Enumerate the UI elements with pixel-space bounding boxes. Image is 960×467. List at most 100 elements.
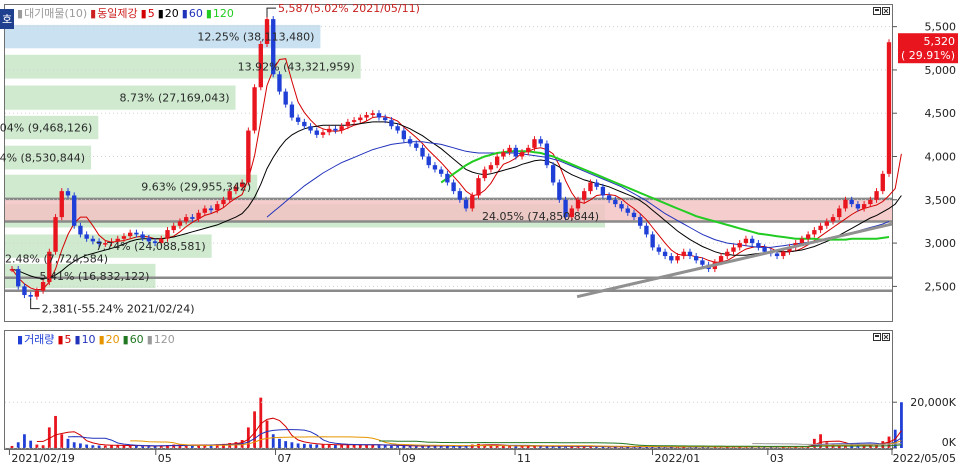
legend-label[interactable]: 20 — [165, 7, 179, 20]
candle-body — [78, 225, 83, 235]
x-tick-label: 11 — [517, 452, 531, 465]
price-panel-close-icon[interactable] — [882, 7, 890, 15]
candle-body — [781, 251, 786, 257]
volume-moving-averages — [36, 417, 902, 448]
legend-marker: ▮ — [141, 7, 147, 20]
volume-bar — [390, 445, 393, 448]
legend-label[interactable]: 10 — [82, 333, 96, 346]
legend-label[interactable]: 60 — [189, 7, 203, 20]
candle-body — [837, 208, 842, 218]
candle-body — [737, 243, 742, 248]
candle-body — [656, 247, 662, 252]
y-tick-label: 5,500 — [925, 21, 957, 34]
candle-body — [582, 191, 587, 200]
volume-bar — [41, 445, 45, 448]
y-tick-label: 5,000 — [925, 64, 957, 77]
candle-body — [874, 191, 879, 200]
candle-body — [364, 114, 369, 118]
candle-body — [90, 238, 96, 242]
candle-body — [165, 230, 170, 239]
candle-body — [420, 147, 425, 157]
candle-body — [177, 221, 183, 226]
price-panel-maximize-icon[interactable] — [873, 7, 881, 15]
candle-body — [283, 91, 288, 105]
legend-label[interactable]: 120 — [154, 333, 175, 346]
candle-body — [575, 199, 581, 209]
candle-body — [631, 212, 637, 218]
candle-body — [121, 236, 127, 239]
candle-body — [314, 130, 319, 135]
candle-body — [718, 256, 724, 263]
candle-body — [289, 104, 295, 118]
candle-body — [351, 120, 357, 122]
y-tick-label: 4,500 — [925, 107, 957, 120]
candle-body — [731, 247, 736, 252]
volume-ma-20 — [130, 436, 902, 448]
x-tick-label: 2021/02/19 — [11, 452, 74, 465]
volume-bar — [72, 442, 76, 448]
candle-body — [855, 204, 861, 209]
legend-label[interactable]: 60 — [130, 333, 144, 346]
candle-body — [202, 208, 207, 213]
profile-label: 12.25% (38,113,480) — [197, 31, 314, 44]
corner-label: 호 — [2, 13, 12, 26]
volume-bar — [16, 442, 20, 448]
profile-label: 7.74% (24,088,581) — [96, 240, 206, 253]
candle-body — [196, 212, 201, 219]
candle-body — [501, 152, 506, 157]
legend-marker: ▮ — [90, 7, 96, 20]
volume-bar — [79, 443, 82, 448]
profile-label: 9.63% (29,955,342) — [141, 180, 251, 193]
candle-body — [277, 74, 282, 92]
candle-body — [681, 251, 686, 257]
candle-body — [320, 132, 326, 135]
candle-body — [588, 182, 593, 192]
legend-label[interactable]: 동일제강 — [97, 6, 137, 20]
candle-body — [470, 195, 475, 209]
volume-bar — [302, 443, 306, 448]
candle-body — [370, 113, 375, 115]
candle-body — [513, 147, 518, 157]
candle-body — [28, 295, 33, 297]
candle-body — [383, 117, 388, 121]
volume-bar — [54, 415, 57, 448]
candle-body — [295, 117, 301, 122]
y-tick-label: 4,000 — [925, 151, 957, 164]
candle-body — [59, 191, 64, 218]
ma-line-60 — [266, 141, 890, 248]
volume-bar — [66, 438, 70, 448]
legend-label[interactable]: 20 — [106, 333, 120, 346]
candle-body — [327, 128, 332, 133]
candle-body — [743, 238, 749, 244]
legend-label[interactable]: 5 — [148, 7, 155, 20]
candle-body — [451, 182, 456, 192]
legend-label[interactable]: 거래량 — [24, 333, 54, 346]
legend-label[interactable]: 5 — [65, 333, 72, 346]
legend-label[interactable]: 120 — [213, 7, 234, 20]
candle-body — [799, 238, 805, 244]
x-tick-label: 07 — [278, 452, 292, 465]
candle-body — [376, 113, 382, 118]
volume-bar — [271, 434, 275, 448]
candle-body — [725, 251, 730, 257]
candle-body — [557, 182, 562, 200]
candle-body — [507, 147, 512, 153]
candle-body — [600, 186, 606, 196]
candle-body — [65, 191, 71, 196]
y-tick-label: 3,000 — [925, 237, 957, 250]
volume-panel-maximize-icon[interactable] — [873, 333, 881, 341]
volume-panel-close-icon[interactable] — [882, 333, 890, 341]
candle-body — [34, 290, 40, 297]
candle-body — [246, 130, 251, 183]
candle-body — [625, 208, 630, 213]
candle-body — [72, 195, 77, 226]
high-marker — [266, 7, 277, 18]
volume-bar — [284, 441, 288, 448]
candle-body — [389, 120, 394, 127]
candle-body — [414, 143, 419, 148]
candle-body — [805, 234, 811, 239]
legend-marker: ▮ — [206, 7, 212, 20]
x-tick-label: 09 — [402, 452, 416, 465]
legend-label[interactable]: 대기매물(10) — [24, 7, 87, 20]
volume-tick-label: 20,000K — [910, 396, 956, 409]
